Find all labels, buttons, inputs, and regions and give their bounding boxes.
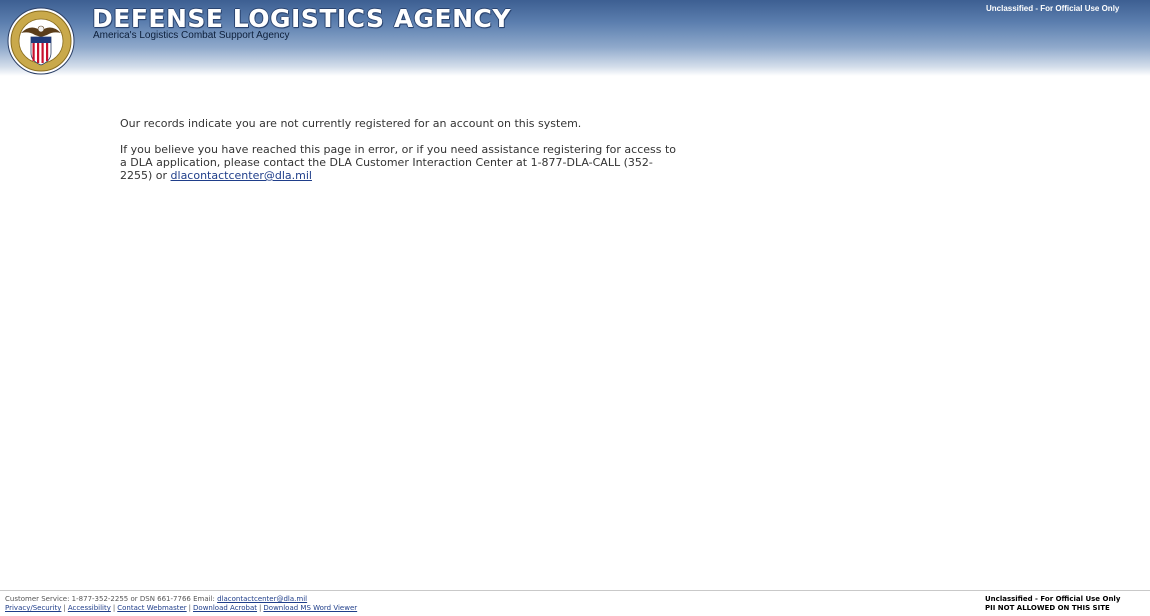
pii-notice: PII NOT ALLOWED ON THIS SITE — [985, 604, 1110, 612]
agency-title: DEFENSE LOGISTICS AGENCY — [92, 4, 512, 33]
classification-banner: Unclassified - For Official Use Only — [986, 4, 1120, 13]
footer-classification: Unclassified - For Official Use Only — [985, 595, 1121, 603]
footer-nav: Privacy/Security | Accessibility | Contact W… — [5, 604, 357, 613]
site-footer: Customer Service: 1-877-352-2255 or DSN … — [0, 590, 1150, 616]
footer-link-download-acrobat[interactable]: Download Acrobat — [193, 604, 257, 612]
footer-email-link[interactable]: dlacontactcenter@dla.mil — [217, 595, 307, 603]
footer-link-download-word-viewer[interactable]: Download MS Word Viewer — [263, 604, 357, 612]
customer-service-text: Customer Service: 1-877-352-2255 or DSN … — [5, 595, 218, 603]
dla-seal-icon — [7, 7, 75, 75]
footer-link-contact-webmaster[interactable]: Contact Webmaster — [117, 604, 186, 612]
message-paragraph-2: If you believe you have reached this pag… — [120, 143, 680, 182]
not-registered-message: Our records indicate you are not current… — [120, 117, 680, 182]
agency-subtitle: America's Logistics Combat Support Agenc… — [93, 30, 290, 41]
footer-links-area: Customer Service: 1-877-352-2255 or DSN … — [5, 595, 357, 613]
site-header: DEFENSE LOGISTICS AGENCY America's Logis… — [0, 0, 1150, 76]
footer-classification-area: Unclassified - For Official Use Only PII… — [985, 595, 1120, 613]
customer-service-line: Customer Service: 1-877-352-2255 or DSN … — [5, 595, 357, 604]
footer-link-privacy-security[interactable]: Privacy/Security — [5, 604, 61, 612]
contact-email-link[interactable]: dlacontactcenter@dla.mil — [171, 169, 312, 182]
message-line-1: Our records indicate you are not current… — [120, 117, 582, 130]
footer-link-accessibility[interactable]: Accessibility — [68, 604, 111, 612]
